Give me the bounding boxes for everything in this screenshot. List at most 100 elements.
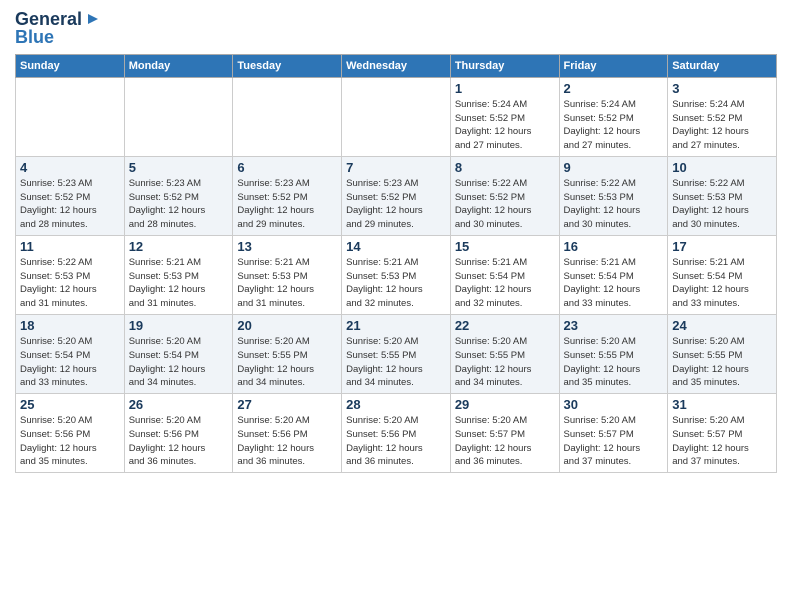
calendar-cell: 12 Sunrise: 5:21 AM Sunset: 5:53 PM Dayli… xyxy=(124,235,233,314)
calendar-cell: 24 Sunrise: 5:20 AM Sunset: 5:55 PM Dayli… xyxy=(668,314,777,393)
calendar-cell xyxy=(124,77,233,156)
calendar-cell: 10 Sunrise: 5:22 AM Sunset: 5:53 PM Dayli… xyxy=(668,156,777,235)
weekday-header-tuesday: Tuesday xyxy=(233,54,342,77)
day-number: 17 xyxy=(672,239,772,254)
day-info: Sunrise: 5:21 AM Sunset: 5:54 PM Dayligh… xyxy=(455,256,555,311)
day-number: 9 xyxy=(564,160,664,175)
calendar-cell: 20 Sunrise: 5:20 AM Sunset: 5:55 PM Dayli… xyxy=(233,314,342,393)
day-info: Sunrise: 5:23 AM Sunset: 5:52 PM Dayligh… xyxy=(346,177,446,232)
day-number: 26 xyxy=(129,397,229,412)
day-info: Sunrise: 5:21 AM Sunset: 5:53 PM Dayligh… xyxy=(129,256,229,311)
day-info: Sunrise: 5:23 AM Sunset: 5:52 PM Dayligh… xyxy=(237,177,337,232)
weekday-header-row: SundayMondayTuesdayWednesdayThursdayFrid… xyxy=(16,54,777,77)
calendar-cell xyxy=(233,77,342,156)
day-info: Sunrise: 5:20 AM Sunset: 5:56 PM Dayligh… xyxy=(346,414,446,469)
weekday-header-wednesday: Wednesday xyxy=(342,54,451,77)
day-number: 12 xyxy=(129,239,229,254)
weekday-header-friday: Friday xyxy=(559,54,668,77)
calendar-cell: 4Sunrise: 5:23 AM Sunset: 5:52 PM Daylig… xyxy=(16,156,125,235)
day-number: 1 xyxy=(455,81,555,96)
day-number: 11 xyxy=(20,239,120,254)
day-number: 29 xyxy=(455,397,555,412)
calendar-cell: 21 Sunrise: 5:20 AM Sunset: 5:55 PM Dayli… xyxy=(342,314,451,393)
day-number: 10 xyxy=(672,160,772,175)
day-number: 8 xyxy=(455,160,555,175)
logo-blue-text: Blue xyxy=(15,27,54,48)
day-number: 7 xyxy=(346,160,446,175)
calendar-cell: 31Sunrise: 5:20 AM Sunset: 5:57 PM Dayli… xyxy=(668,394,777,473)
day-info: Sunrise: 5:21 AM Sunset: 5:53 PM Dayligh… xyxy=(237,256,337,311)
day-info: Sunrise: 5:23 AM Sunset: 5:52 PM Dayligh… xyxy=(129,177,229,232)
day-info: Sunrise: 5:20 AM Sunset: 5:54 PM Dayligh… xyxy=(129,335,229,390)
day-number: 16 xyxy=(564,239,664,254)
day-number: 3 xyxy=(672,81,772,96)
day-number: 27 xyxy=(237,397,337,412)
calendar-cell: 22 Sunrise: 5:20 AM Sunset: 5:55 PM Dayli… xyxy=(450,314,559,393)
weekday-header-saturday: Saturday xyxy=(668,54,777,77)
calendar-cell: 25 Sunrise: 5:20 AM Sunset: 5:56 PM Dayli… xyxy=(16,394,125,473)
day-number: 18 xyxy=(20,318,120,333)
day-number: 23 xyxy=(564,318,664,333)
day-number: 14 xyxy=(346,239,446,254)
day-info: Sunrise: 5:22 AM Sunset: 5:52 PM Dayligh… xyxy=(455,177,555,232)
calendar-cell: 5 Sunrise: 5:23 AM Sunset: 5:52 PM Daylig… xyxy=(124,156,233,235)
day-info: Sunrise: 5:20 AM Sunset: 5:55 PM Dayligh… xyxy=(672,335,772,390)
day-number: 13 xyxy=(237,239,337,254)
day-info: Sunrise: 5:21 AM Sunset: 5:53 PM Dayligh… xyxy=(346,256,446,311)
calendar-week-row: 4Sunrise: 5:23 AM Sunset: 5:52 PM Daylig… xyxy=(16,156,777,235)
calendar-cell: 28 Sunrise: 5:20 AM Sunset: 5:56 PM Dayli… xyxy=(342,394,451,473)
day-info: Sunrise: 5:23 AM Sunset: 5:52 PM Dayligh… xyxy=(20,177,120,232)
day-number: 19 xyxy=(129,318,229,333)
day-number: 5 xyxy=(129,160,229,175)
day-number: 30 xyxy=(564,397,664,412)
calendar-cell: 26Sunrise: 5:20 AM Sunset: 5:56 PM Dayli… xyxy=(124,394,233,473)
page-container: General Blue SundayMondayTuesdayWednesda… xyxy=(0,0,792,483)
calendar-table: SundayMondayTuesdayWednesdayThursdayFrid… xyxy=(15,54,777,473)
calendar-week-row: 25 Sunrise: 5:20 AM Sunset: 5:56 PM Dayli… xyxy=(16,394,777,473)
calendar-cell: 8 Sunrise: 5:22 AM Sunset: 5:52 PM Daylig… xyxy=(450,156,559,235)
day-info: Sunrise: 5:20 AM Sunset: 5:54 PM Dayligh… xyxy=(20,335,120,390)
day-number: 24 xyxy=(672,318,772,333)
weekday-header-sunday: Sunday xyxy=(16,54,125,77)
weekday-header-thursday: Thursday xyxy=(450,54,559,77)
day-info: Sunrise: 5:20 AM Sunset: 5:55 PM Dayligh… xyxy=(237,335,337,390)
day-number: 20 xyxy=(237,318,337,333)
calendar-cell xyxy=(342,77,451,156)
day-info: Sunrise: 5:22 AM Sunset: 5:53 PM Dayligh… xyxy=(672,177,772,232)
calendar-cell: 19 Sunrise: 5:20 AM Sunset: 5:54 PM Dayli… xyxy=(124,314,233,393)
day-info: Sunrise: 5:20 AM Sunset: 5:55 PM Dayligh… xyxy=(564,335,664,390)
calendar-cell: 29Sunrise: 5:20 AM Sunset: 5:57 PM Dayli… xyxy=(450,394,559,473)
calendar-cell: 13 Sunrise: 5:21 AM Sunset: 5:53 PM Dayli… xyxy=(233,235,342,314)
calendar-cell: 18 Sunrise: 5:20 AM Sunset: 5:54 PM Dayli… xyxy=(16,314,125,393)
day-info: Sunrise: 5:20 AM Sunset: 5:57 PM Dayligh… xyxy=(564,414,664,469)
day-number: 21 xyxy=(346,318,446,333)
day-info: Sunrise: 5:20 AM Sunset: 5:55 PM Dayligh… xyxy=(346,335,446,390)
day-info: Sunrise: 5:24 AM Sunset: 5:52 PM Dayligh… xyxy=(564,98,664,153)
calendar-cell: 1 Sunrise: 5:24 AM Sunset: 5:52 PM Daylig… xyxy=(450,77,559,156)
day-info: Sunrise: 5:21 AM Sunset: 5:54 PM Dayligh… xyxy=(672,256,772,311)
day-info: Sunrise: 5:20 AM Sunset: 5:56 PM Dayligh… xyxy=(237,414,337,469)
day-number: 22 xyxy=(455,318,555,333)
calendar-cell: 27 Sunrise: 5:20 AM Sunset: 5:56 PM Dayli… xyxy=(233,394,342,473)
day-number: 25 xyxy=(20,397,120,412)
calendar-cell: 6 Sunrise: 5:23 AM Sunset: 5:52 PM Daylig… xyxy=(233,156,342,235)
calendar-cell: 30 Sunrise: 5:20 AM Sunset: 5:57 PM Dayli… xyxy=(559,394,668,473)
day-number: 2 xyxy=(564,81,664,96)
day-info: Sunrise: 5:20 AM Sunset: 5:56 PM Dayligh… xyxy=(20,414,120,469)
calendar-cell: 16 Sunrise: 5:21 AM Sunset: 5:54 PM Dayli… xyxy=(559,235,668,314)
calendar-week-row: 18 Sunrise: 5:20 AM Sunset: 5:54 PM Dayli… xyxy=(16,314,777,393)
weekday-header-monday: Monday xyxy=(124,54,233,77)
calendar-cell xyxy=(16,77,125,156)
calendar-cell: 9 Sunrise: 5:22 AM Sunset: 5:53 PM Daylig… xyxy=(559,156,668,235)
day-info: Sunrise: 5:24 AM Sunset: 5:52 PM Dayligh… xyxy=(455,98,555,153)
day-info: Sunrise: 5:22 AM Sunset: 5:53 PM Dayligh… xyxy=(20,256,120,311)
calendar-week-row: 11 Sunrise: 5:22 AM Sunset: 5:53 PM Dayli… xyxy=(16,235,777,314)
day-number: 6 xyxy=(237,160,337,175)
day-info: Sunrise: 5:22 AM Sunset: 5:53 PM Dayligh… xyxy=(564,177,664,232)
calendar-cell: 11 Sunrise: 5:22 AM Sunset: 5:53 PM Dayli… xyxy=(16,235,125,314)
day-info: Sunrise: 5:20 AM Sunset: 5:55 PM Dayligh… xyxy=(455,335,555,390)
day-info: Sunrise: 5:21 AM Sunset: 5:54 PM Dayligh… xyxy=(564,256,664,311)
day-number: 28 xyxy=(346,397,446,412)
calendar-cell: 3Sunrise: 5:24 AM Sunset: 5:52 PM Daylig… xyxy=(668,77,777,156)
day-number: 31 xyxy=(672,397,772,412)
